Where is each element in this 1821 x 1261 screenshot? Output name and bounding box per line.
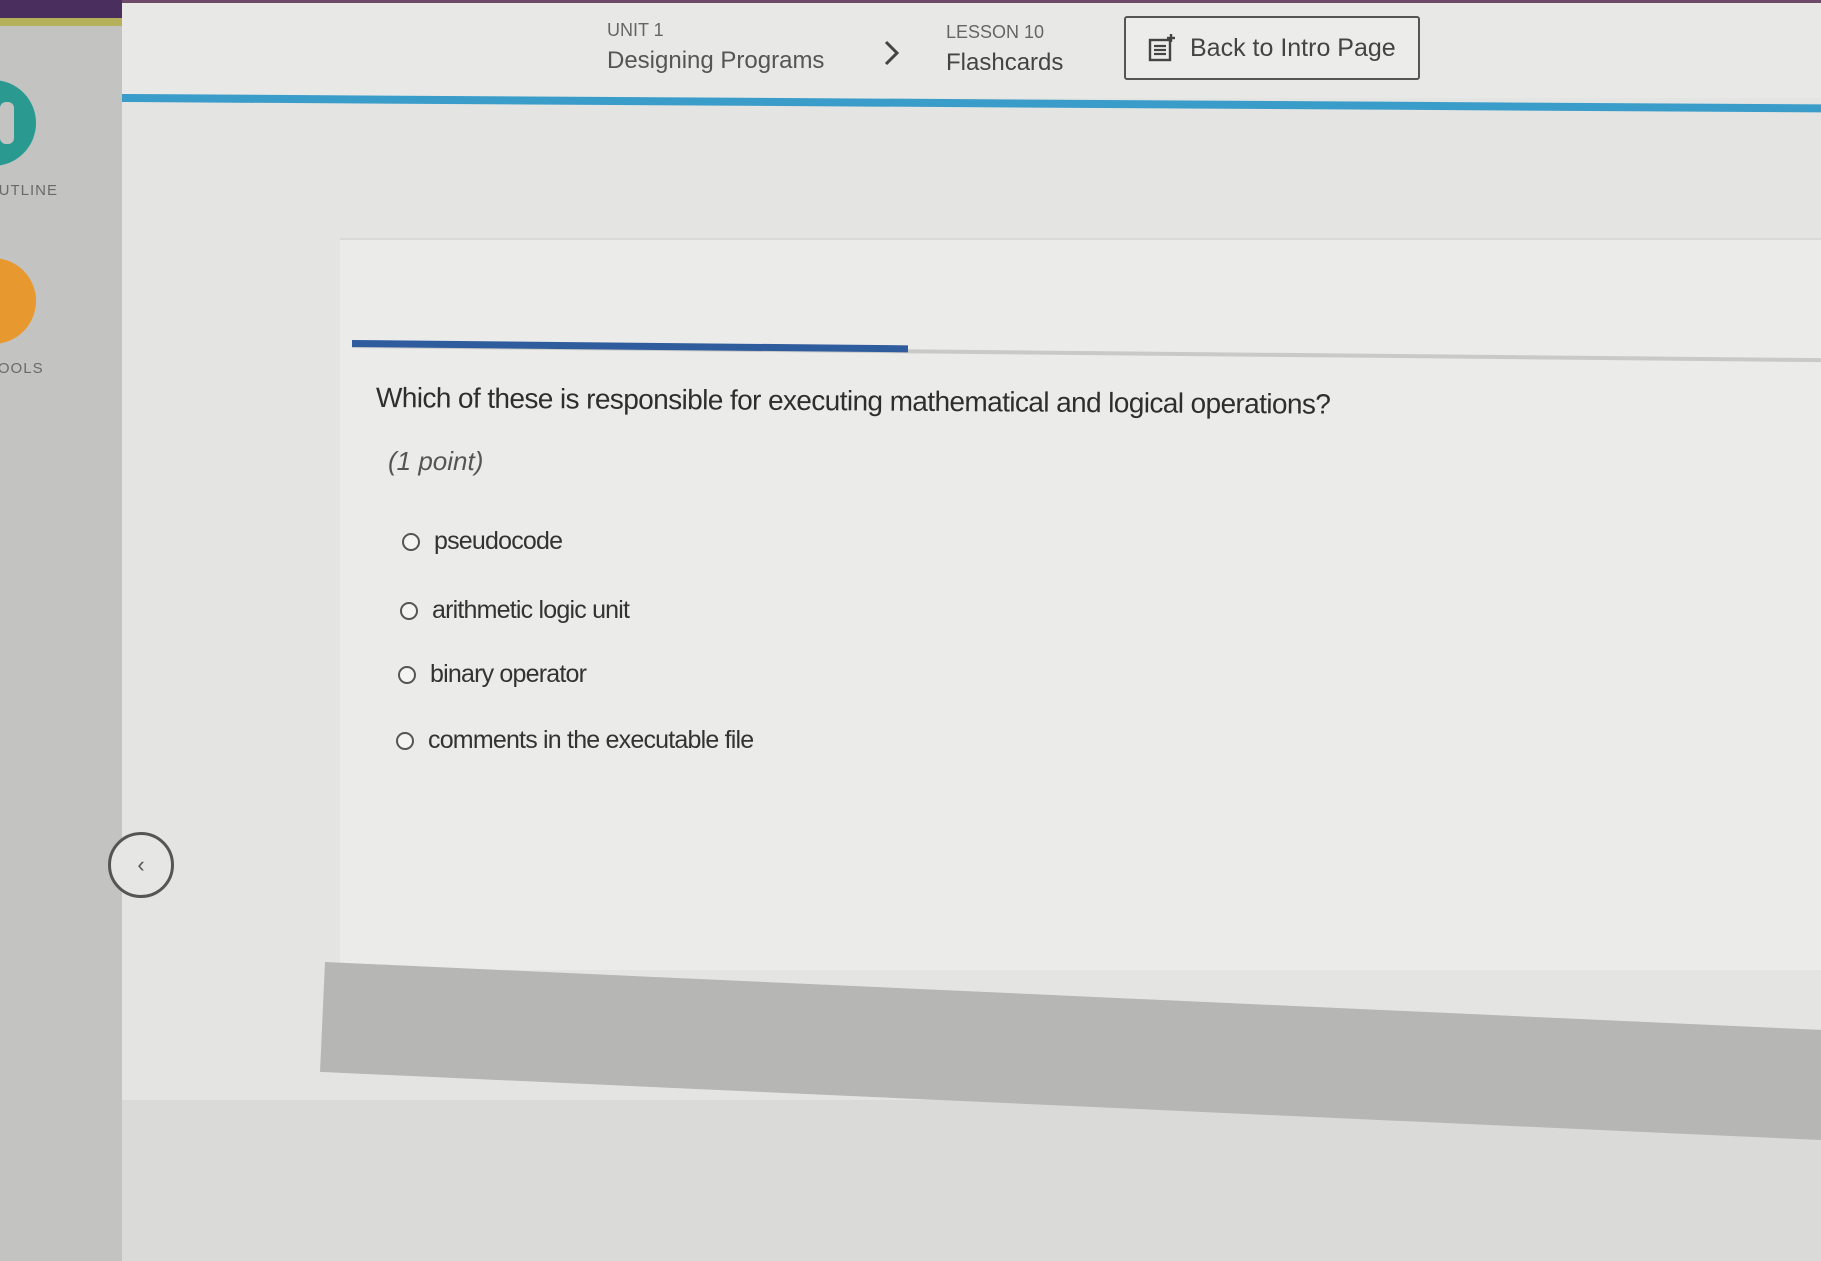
- sidebar: OUTLINE TOOLS: [0, 0, 122, 1261]
- page: OUTLINE TOOLS UNIT 1 Designing Programs …: [0, 0, 1821, 1261]
- radio-button[interactable]: [398, 665, 416, 684]
- question-points: (1 point): [388, 446, 484, 476]
- back-to-intro-button[interactable]: Back to Intro Page: [1124, 16, 1420, 80]
- answer-option[interactable]: comments in the executable file: [396, 726, 754, 755]
- answer-label: comments in the executable file: [428, 726, 754, 754]
- header-top-line: [122, 0, 1821, 3]
- sidebar-item-outline[interactable]: OUTLINE: [0, 182, 58, 199]
- back-button-label: Back to Intro Page: [1190, 33, 1396, 62]
- sidebar-top-accent: [0, 0, 122, 18]
- sidebar-item-tools[interactable]: TOOLS: [0, 360, 44, 377]
- question-text: Which of these is responsible for execut…: [375, 382, 1331, 420]
- outline-tab-icon[interactable]: [0, 80, 36, 166]
- chevron-left-icon: ‹: [137, 852, 145, 877]
- lesson-label: LESSON 10: [946, 22, 1045, 42]
- radio-button[interactable]: [400, 601, 418, 620]
- answer-label: binary operator: [430, 660, 587, 688]
- document-plus-icon: [1148, 34, 1175, 62]
- previous-question-button[interactable]: ‹: [108, 832, 174, 898]
- breadcrumb-unit[interactable]: UNIT 1 Designing Programs: [607, 20, 824, 75]
- answer-label: pseudocode: [434, 527, 563, 555]
- unit-title: Designing Programs: [607, 47, 825, 74]
- lesson-title: Flashcards: [946, 49, 1064, 76]
- radio-button[interactable]: [402, 532, 420, 551]
- breadcrumb-lesson[interactable]: LESSON 10 Flashcards: [946, 22, 1063, 77]
- unit-label: UNIT 1: [607, 20, 664, 40]
- answer-option[interactable]: pseudocode: [402, 527, 563, 556]
- sidebar-top-accent-secondary: [0, 18, 122, 26]
- radio-button[interactable]: [396, 731, 414, 750]
- answer-label: arithmetic logic unit: [432, 596, 630, 624]
- tools-tab-icon[interactable]: [0, 258, 36, 344]
- answer-option[interactable]: arithmetic logic unit: [400, 596, 630, 625]
- answer-option[interactable]: binary operator: [398, 660, 587, 689]
- chevron-right-icon: [882, 38, 902, 76]
